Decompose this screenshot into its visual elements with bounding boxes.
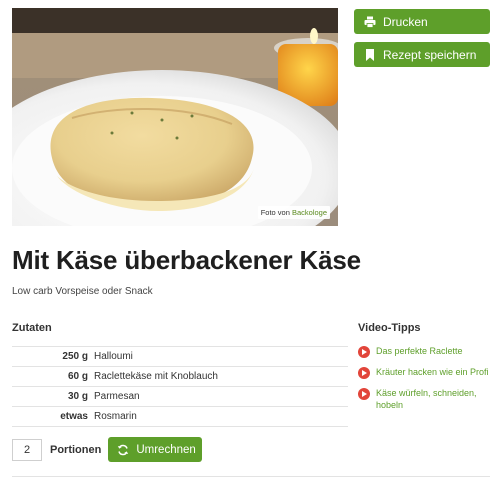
video-tip-link[interactable]: Das perfekte Raclette (358, 345, 494, 358)
ingredient-name: Raclettekäse mit Knoblauch (94, 371, 218, 382)
save-recipe-button-label: Rezept speichern (383, 47, 477, 62)
recipe-title: Mit Käse überbackener Käse (12, 245, 361, 275)
ingredient-name: Parmesan (94, 391, 140, 402)
portions-input[interactable]: 2 (12, 438, 42, 461)
portions-label: Portionen (50, 443, 102, 456)
ingredient-amount: 250 g (62, 351, 88, 362)
ingredient-amount: 60 g (67, 371, 88, 382)
printer-icon (363, 15, 377, 29)
photo-credit: Foto von Backologe (257, 206, 330, 219)
video-tip-link[interactable]: Käse würfeln, schneiden, hobeln (358, 387, 494, 411)
portions-control: 2 Portionen Umrechnen (12, 437, 203, 462)
save-recipe-button[interactable]: Rezept speichern (354, 42, 490, 67)
refresh-icon (116, 443, 130, 457)
play-icon (358, 388, 370, 400)
video-tips-list: Das perfekte Raclette Kräuter hacken wie… (358, 345, 494, 419)
section-divider (12, 476, 490, 477)
print-button-label: Drucken (383, 14, 428, 29)
video-tip-label: Kräuter hacken wie ein Profi (376, 367, 489, 377)
photo-credit-source-link[interactable]: Backologe (292, 208, 327, 217)
ingredient-amount: etwas (60, 411, 88, 422)
ingredient-amount: 30 g (67, 391, 88, 402)
recipe-subtitle: Low carb Vorspeise oder Snack (12, 286, 153, 297)
ingredient-name: Rosmarin (94, 411, 137, 422)
recipe-photo: Foto von Backologe (12, 8, 338, 226)
recalculate-button-label: Umrechnen (136, 443, 196, 456)
video-tip-link[interactable]: Kräuter hacken wie ein Profi (358, 366, 494, 379)
bookmark-icon (363, 48, 377, 62)
ingredient-name: Halloumi (94, 351, 133, 362)
recipe-photo-image (12, 8, 338, 226)
recalculate-button[interactable]: Umrechnen (108, 437, 203, 462)
ingredient-row: 30 g Parmesan (12, 386, 348, 406)
ingredient-row: 250 g Halloumi (12, 346, 348, 366)
ingredient-row: etwas Rosmarin (12, 406, 348, 427)
video-tips-heading: Video-Tipps (358, 322, 421, 334)
video-tip-label: Käse würfeln, schneiden, hobeln (376, 388, 477, 410)
photo-credit-prefix: Foto von (260, 208, 290, 217)
video-tip-label: Das perfekte Raclette (376, 346, 463, 356)
ingredient-row: 60 g Raclettekäse mit Knoblauch (12, 366, 348, 386)
play-icon (358, 346, 370, 358)
print-button[interactable]: Drucken (354, 9, 490, 34)
ingredients-table: 250 g Halloumi 60 g Raclettekäse mit Kno… (12, 346, 348, 427)
play-icon (358, 367, 370, 379)
ingredients-heading: Zutaten (12, 322, 52, 334)
